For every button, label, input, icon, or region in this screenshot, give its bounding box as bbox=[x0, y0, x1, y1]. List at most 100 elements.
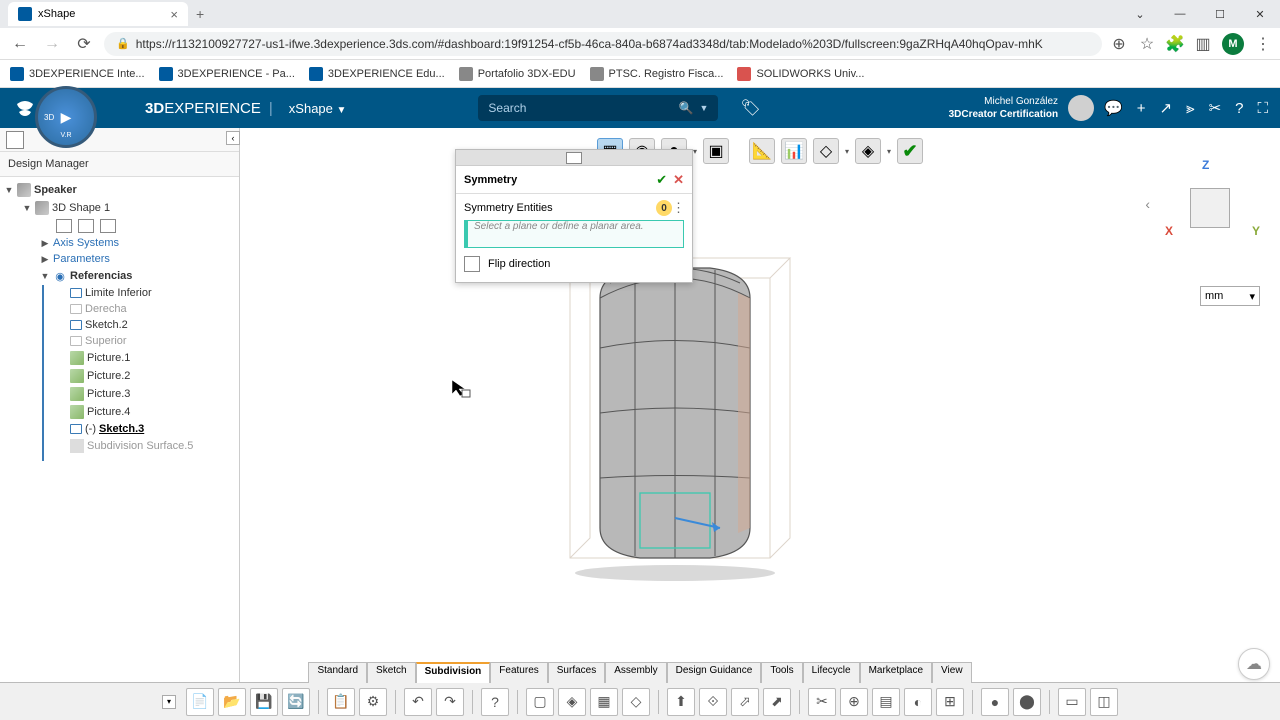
tree-item[interactable]: Picture.2 bbox=[0, 367, 239, 385]
symmetry-button[interactable]: ◫ bbox=[1090, 688, 1118, 716]
search-chevron-icon[interactable]: ▼ bbox=[700, 103, 709, 113]
cube-button[interactable]: ◈ bbox=[855, 138, 881, 164]
share-icon[interactable]: ↗ bbox=[1160, 99, 1173, 117]
chat-icon[interactable]: 💬 bbox=[1104, 99, 1123, 117]
expander-icon[interactable]: ▶ bbox=[40, 254, 50, 265]
menu-icon[interactable]: ⋮ bbox=[1254, 35, 1272, 53]
unit-selector[interactable]: mm ▾ bbox=[1200, 286, 1260, 306]
extensions-icon[interactable]: 🧩 bbox=[1166, 35, 1184, 53]
user-avatar[interactable] bbox=[1068, 95, 1094, 121]
tab-standard[interactable]: Standard bbox=[308, 662, 367, 683]
expander-icon[interactable]: ▼ bbox=[22, 203, 32, 213]
app-name-dropdown[interactable]: xShape ▼ bbox=[289, 101, 347, 116]
mirror-button[interactable]: ▭ bbox=[1058, 688, 1086, 716]
forward-button[interactable]: → bbox=[40, 32, 64, 56]
tab-assembly[interactable]: Assembly bbox=[605, 662, 666, 683]
save-button[interactable]: 💾 bbox=[250, 688, 278, 716]
subdivide-button[interactable]: ▤ bbox=[872, 688, 900, 716]
crease-button[interactable]: ◐ bbox=[904, 688, 932, 716]
tree-axis[interactable]: ▶ Axis Systems bbox=[0, 235, 239, 251]
tree-item[interactable]: Picture.4 bbox=[0, 403, 239, 421]
search-input[interactable]: Search 🔍 ▼ bbox=[478, 95, 718, 121]
properties-button[interactable]: 📋 bbox=[327, 688, 355, 716]
tab-surfaces[interactable]: Surfaces bbox=[548, 662, 605, 683]
close-tab-icon[interactable]: × bbox=[170, 7, 178, 22]
tree-item[interactable]: Sketch.2 bbox=[0, 317, 239, 333]
new-button[interactable]: 📄 bbox=[186, 688, 214, 716]
merge-button[interactable]: ⊕ bbox=[840, 688, 868, 716]
revolve-button[interactable]: ⟐ bbox=[699, 688, 727, 716]
expander-icon[interactable]: ▶ bbox=[40, 238, 50, 249]
tab-subdivision[interactable]: Subdivision bbox=[416, 662, 491, 683]
view-cube[interactable] bbox=[1190, 188, 1230, 228]
browser-tab[interactable]: xShape × bbox=[8, 2, 188, 26]
sweep-button[interactable]: ⬀ bbox=[731, 688, 759, 716]
plane-xy-icon[interactable] bbox=[56, 219, 72, 233]
window-close-button[interactable]: ✕ bbox=[1240, 0, 1280, 28]
refresh-button[interactable]: 🔄 bbox=[282, 688, 310, 716]
tree-item[interactable]: Subdivision Surface.5 bbox=[0, 437, 239, 455]
window-minimize-button[interactable]: — bbox=[1160, 0, 1200, 28]
fullscreen-icon[interactable]: ⛶ bbox=[1257, 100, 1268, 117]
undo-button[interactable]: ↶ bbox=[404, 688, 432, 716]
bookmark-item[interactable]: PTSC. Registro Fisca... bbox=[590, 67, 724, 81]
tree-shape[interactable]: ▼ 3D Shape 1 bbox=[0, 199, 239, 217]
tab-design-guidance[interactable]: Design Guidance bbox=[667, 662, 762, 683]
tab-marketplace[interactable]: Marketplace bbox=[860, 662, 932, 683]
cut-button[interactable]: ✂ bbox=[808, 688, 836, 716]
symmetry-plane-input[interactable]: Select a plane or define a planar area. bbox=[464, 220, 684, 248]
extrude-button[interactable]: ⬆ bbox=[667, 688, 695, 716]
chevron-down-icon[interactable]: ⌄ bbox=[1120, 0, 1160, 28]
finalize-button[interactable]: ✔ bbox=[897, 138, 923, 164]
tree-item[interactable]: Superior bbox=[0, 333, 239, 349]
redo-button[interactable]: ↷ bbox=[436, 688, 464, 716]
measure-button[interactable]: 📐 bbox=[749, 138, 775, 164]
search-icon[interactable]: 🔍 bbox=[679, 101, 694, 115]
orientation-triad[interactable]: Z Y X bbox=[1160, 158, 1260, 248]
bookmark-item[interactable]: Portafolio 3DX-EDU bbox=[459, 67, 576, 81]
plane-button[interactable]: ◇ bbox=[813, 138, 839, 164]
3d-viewport[interactable]: Symmetry ✔ ✕ Symmetry Entities 0 ⋮ Selec… bbox=[240, 128, 1280, 700]
sphere-button[interactable]: ● bbox=[981, 688, 1009, 716]
tree-item[interactable]: Limite Inferior bbox=[0, 285, 239, 301]
panel-grip[interactable] bbox=[456, 150, 692, 166]
entities-menu-icon[interactable]: ⋮ bbox=[672, 200, 684, 216]
analyze-button[interactable]: 📊 bbox=[781, 138, 807, 164]
tab-tools[interactable]: Tools bbox=[761, 662, 802, 683]
link-icon[interactable]: ✂ bbox=[1209, 99, 1222, 117]
help-icon[interactable]: ? bbox=[1235, 100, 1243, 117]
tree-view-icon[interactable] bbox=[6, 131, 24, 149]
tab-sketch[interactable]: Sketch bbox=[367, 662, 416, 683]
add-icon[interactable]: + bbox=[1137, 100, 1146, 117]
triad-collapse-button[interactable]: ‹ bbox=[1145, 196, 1150, 212]
collaborate-icon[interactable]: ⪢ bbox=[1186, 100, 1194, 117]
profile-avatar[interactable]: M bbox=[1222, 33, 1244, 55]
bookmark-item[interactable]: 3DEXPERIENCE Edu... bbox=[309, 67, 445, 81]
loft-button[interactable]: ⬈ bbox=[763, 688, 791, 716]
sidepanel-icon[interactable]: ▥ bbox=[1194, 35, 1212, 53]
compass-widget[interactable]: ▶ V.R 3D bbox=[35, 86, 97, 148]
tree-item[interactable]: Picture.3 bbox=[0, 385, 239, 403]
expander-icon[interactable]: ▼ bbox=[40, 271, 50, 281]
tag-icon[interactable]: 🏷 bbox=[740, 98, 760, 118]
window-maximize-button[interactable]: ☐ bbox=[1200, 0, 1240, 28]
plane-yz-icon[interactable] bbox=[78, 219, 94, 233]
new-tab-button[interactable]: + bbox=[196, 6, 204, 22]
primitive-plane-button[interactable]: ◇ bbox=[622, 688, 650, 716]
bookmark-item[interactable]: 3DEXPERIENCE Inte... bbox=[10, 67, 145, 81]
tree-refs[interactable]: ▼ ◉ Referencias bbox=[0, 267, 239, 285]
plane-xz-icon[interactable] bbox=[100, 219, 116, 233]
tree-item[interactable]: Picture.1 bbox=[0, 349, 239, 367]
tree-item-active[interactable]: (-) Sketch.3 bbox=[0, 421, 239, 437]
tab-features[interactable]: Features bbox=[490, 662, 547, 683]
primitive-box-button[interactable]: ▢ bbox=[526, 688, 554, 716]
close-button[interactable]: ✕ bbox=[673, 172, 684, 188]
bookmark-item[interactable]: 3DEXPERIENCE - Pa... bbox=[159, 67, 295, 81]
user-info[interactable]: Michel González 3DCreator Certification bbox=[949, 95, 1058, 121]
help-button[interactable]: ? bbox=[481, 688, 509, 716]
tab-view[interactable]: View bbox=[932, 662, 972, 683]
offset-button[interactable]: ⊞ bbox=[936, 688, 964, 716]
bookmark-item[interactable]: SOLIDWORKS Univ... bbox=[737, 67, 864, 81]
favorite-icon[interactable]: ☆ bbox=[1138, 35, 1156, 53]
open-button[interactable]: 📂 bbox=[218, 688, 246, 716]
